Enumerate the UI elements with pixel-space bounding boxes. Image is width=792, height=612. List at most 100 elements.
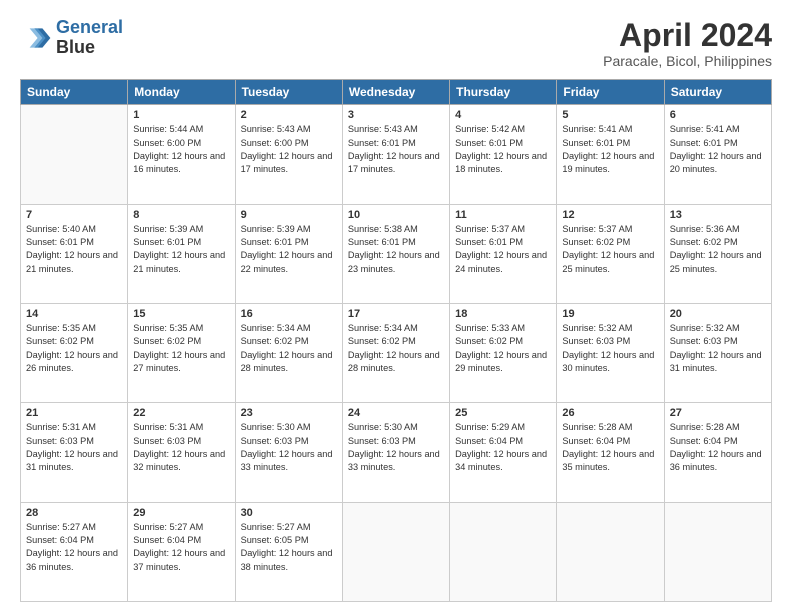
- day-cell: 8Sunrise: 5:39 AM Sunset: 6:01 PM Daylig…: [128, 204, 235, 303]
- day-number: 28: [26, 507, 122, 519]
- calendar-table: SundayMondayTuesdayWednesdayThursdayFrid…: [20, 79, 772, 602]
- weekday-header-row: SundayMondayTuesdayWednesdayThursdayFrid…: [21, 80, 772, 105]
- month-title: April 2024: [603, 18, 772, 53]
- weekday-header-saturday: Saturday: [664, 80, 771, 105]
- logo-line2: Blue: [56, 38, 123, 58]
- day-number: 11: [455, 209, 551, 221]
- day-info: Sunrise: 5:31 AM Sunset: 6:03 PM Dayligh…: [133, 421, 229, 474]
- day-info: Sunrise: 5:34 AM Sunset: 6:02 PM Dayligh…: [241, 322, 337, 375]
- day-cell: 7 Sunrise: 5:40 AM Sunset: 6:01 PM Daylig…: [21, 204, 128, 303]
- day-cell: 26 Sunrise: 5:28 AM Sunset: 6:04 PM Dayli…: [557, 403, 664, 502]
- day-number: 27: [670, 407, 766, 419]
- day-cell: 17Sunrise: 5:34 AM Sunset: 6:02 PM Dayli…: [342, 303, 449, 402]
- header: General Blue April 2024 Paracale, Bicol,…: [20, 18, 772, 69]
- day-number: 24: [348, 407, 444, 419]
- day-cell: 9 Sunrise: 5:39 AM Sunset: 6:01 PM Daylig…: [235, 204, 342, 303]
- week-row-1: 1Sunrise: 5:44 AM Sunset: 6:00 PM Daylig…: [21, 105, 772, 204]
- day-info: Sunrise: 5:30 AM Sunset: 6:03 PM Dayligh…: [241, 421, 337, 474]
- day-cell: 23 Sunrise: 5:30 AM Sunset: 6:03 PM Dayli…: [235, 403, 342, 502]
- day-number: 26: [562, 407, 658, 419]
- day-number: 1: [133, 109, 229, 121]
- day-cell: 18Sunrise: 5:33 AM Sunset: 6:02 PM Dayli…: [450, 303, 557, 402]
- day-cell: 16 Sunrise: 5:34 AM Sunset: 6:02 PM Dayli…: [235, 303, 342, 402]
- day-cell: 10 Sunrise: 5:38 AM Sunset: 6:01 PM Dayli…: [342, 204, 449, 303]
- day-number: 13: [670, 209, 766, 221]
- day-info: Sunrise: 5:41 AM Sunset: 6:01 PM Dayligh…: [562, 123, 658, 176]
- day-cell: 22 Sunrise: 5:31 AM Sunset: 6:03 PM Dayli…: [128, 403, 235, 502]
- day-number: 16: [241, 308, 337, 320]
- weekday-header-thursday: Thursday: [450, 80, 557, 105]
- week-row-3: 14 Sunrise: 5:35 AM Sunset: 6:02 PM Dayli…: [21, 303, 772, 402]
- weekday-header-friday: Friday: [557, 80, 664, 105]
- day-number: 19: [562, 308, 658, 320]
- week-row-2: 7 Sunrise: 5:40 AM Sunset: 6:01 PM Daylig…: [21, 204, 772, 303]
- page: General Blue April 2024 Paracale, Bicol,…: [0, 0, 792, 612]
- day-info: Sunrise: 5:39 AM Sunset: 6:01 PM Dayligh…: [241, 223, 337, 276]
- day-number: 20: [670, 308, 766, 320]
- week-row-4: 21 Sunrise: 5:31 AM Sunset: 6:03 PM Dayli…: [21, 403, 772, 502]
- day-info: Sunrise: 5:27 AM Sunset: 6:04 PM Dayligh…: [133, 521, 229, 574]
- day-cell: 11 Sunrise: 5:37 AM Sunset: 6:01 PM Dayli…: [450, 204, 557, 303]
- day-cell: 28Sunrise: 5:27 AM Sunset: 6:04 PM Dayli…: [21, 502, 128, 601]
- day-number: 14: [26, 308, 122, 320]
- day-cell: [21, 105, 128, 204]
- day-cell: [342, 502, 449, 601]
- day-cell: 3 Sunrise: 5:43 AM Sunset: 6:01 PM Daylig…: [342, 105, 449, 204]
- day-info: Sunrise: 5:32 AM Sunset: 6:03 PM Dayligh…: [670, 322, 766, 375]
- day-number: 25: [455, 407, 551, 419]
- day-cell: 19 Sunrise: 5:32 AM Sunset: 6:03 PM Dayli…: [557, 303, 664, 402]
- logo-text: General Blue: [56, 18, 123, 58]
- day-cell: 2Sunrise: 5:43 AM Sunset: 6:00 PM Daylig…: [235, 105, 342, 204]
- day-cell: 12 Sunrise: 5:37 AM Sunset: 6:02 PM Dayli…: [557, 204, 664, 303]
- title-block: April 2024 Paracale, Bicol, Philippines: [603, 18, 772, 69]
- day-cell: 29 Sunrise: 5:27 AM Sunset: 6:04 PM Dayli…: [128, 502, 235, 601]
- day-number: 8: [133, 209, 229, 221]
- day-cell: 30Sunrise: 5:27 AM Sunset: 6:05 PM Dayli…: [235, 502, 342, 601]
- day-info: Sunrise: 5:41 AM Sunset: 6:01 PM Dayligh…: [670, 123, 766, 176]
- day-number: 12: [562, 209, 658, 221]
- day-cell: 13 Sunrise: 5:36 AM Sunset: 6:02 PM Dayli…: [664, 204, 771, 303]
- day-info: Sunrise: 5:31 AM Sunset: 6:03 PM Dayligh…: [26, 421, 122, 474]
- day-number: 9: [241, 209, 337, 221]
- day-info: Sunrise: 5:36 AM Sunset: 6:02 PM Dayligh…: [670, 223, 766, 276]
- day-info: Sunrise: 5:42 AM Sunset: 6:01 PM Dayligh…: [455, 123, 551, 176]
- day-info: Sunrise: 5:38 AM Sunset: 6:01 PM Dayligh…: [348, 223, 444, 276]
- day-cell: 20 Sunrise: 5:32 AM Sunset: 6:03 PM Dayli…: [664, 303, 771, 402]
- day-info: Sunrise: 5:35 AM Sunset: 6:02 PM Dayligh…: [133, 322, 229, 375]
- weekday-header-sunday: Sunday: [21, 80, 128, 105]
- day-number: 30: [241, 507, 337, 519]
- day-number: 3: [348, 109, 444, 121]
- day-number: 10: [348, 209, 444, 221]
- day-cell: [664, 502, 771, 601]
- day-info: Sunrise: 5:37 AM Sunset: 6:01 PM Dayligh…: [455, 223, 551, 276]
- day-number: 22: [133, 407, 229, 419]
- day-info: Sunrise: 5:28 AM Sunset: 6:04 PM Dayligh…: [562, 421, 658, 474]
- day-number: 23: [241, 407, 337, 419]
- day-info: Sunrise: 5:43 AM Sunset: 6:00 PM Dayligh…: [241, 123, 337, 176]
- day-info: Sunrise: 5:28 AM Sunset: 6:04 PM Dayligh…: [670, 421, 766, 474]
- day-info: Sunrise: 5:30 AM Sunset: 6:03 PM Dayligh…: [348, 421, 444, 474]
- day-info: Sunrise: 5:43 AM Sunset: 6:01 PM Dayligh…: [348, 123, 444, 176]
- day-number: 6: [670, 109, 766, 121]
- weekday-header-monday: Monday: [128, 80, 235, 105]
- day-cell: [450, 502, 557, 601]
- day-number: 29: [133, 507, 229, 519]
- day-number: 7: [26, 209, 122, 221]
- day-info: Sunrise: 5:32 AM Sunset: 6:03 PM Dayligh…: [562, 322, 658, 375]
- day-info: Sunrise: 5:37 AM Sunset: 6:02 PM Dayligh…: [562, 223, 658, 276]
- day-cell: [557, 502, 664, 601]
- day-cell: 15 Sunrise: 5:35 AM Sunset: 6:02 PM Dayli…: [128, 303, 235, 402]
- day-number: 17: [348, 308, 444, 320]
- day-info: Sunrise: 5:40 AM Sunset: 6:01 PM Dayligh…: [26, 223, 122, 276]
- day-cell: 5Sunrise: 5:41 AM Sunset: 6:01 PM Daylig…: [557, 105, 664, 204]
- subtitle: Paracale, Bicol, Philippines: [603, 53, 772, 69]
- logo-line1: General: [56, 17, 123, 37]
- day-number: 21: [26, 407, 122, 419]
- day-info: Sunrise: 5:29 AM Sunset: 6:04 PM Dayligh…: [455, 421, 551, 474]
- weekday-header-tuesday: Tuesday: [235, 80, 342, 105]
- day-info: Sunrise: 5:33 AM Sunset: 6:02 PM Dayligh…: [455, 322, 551, 375]
- week-row-5: 28 Sunrise: 5:27 AM Sunset: 6:04 PM Dayli…: [21, 502, 772, 601]
- day-cell: 24 Sunrise: 5:30 AM Sunset: 6:03 PM Dayli…: [342, 403, 449, 502]
- day-number: 15: [133, 308, 229, 320]
- day-cell: 4Sunrise: 5:42 AM Sunset: 6:01 PM Daylig…: [450, 105, 557, 204]
